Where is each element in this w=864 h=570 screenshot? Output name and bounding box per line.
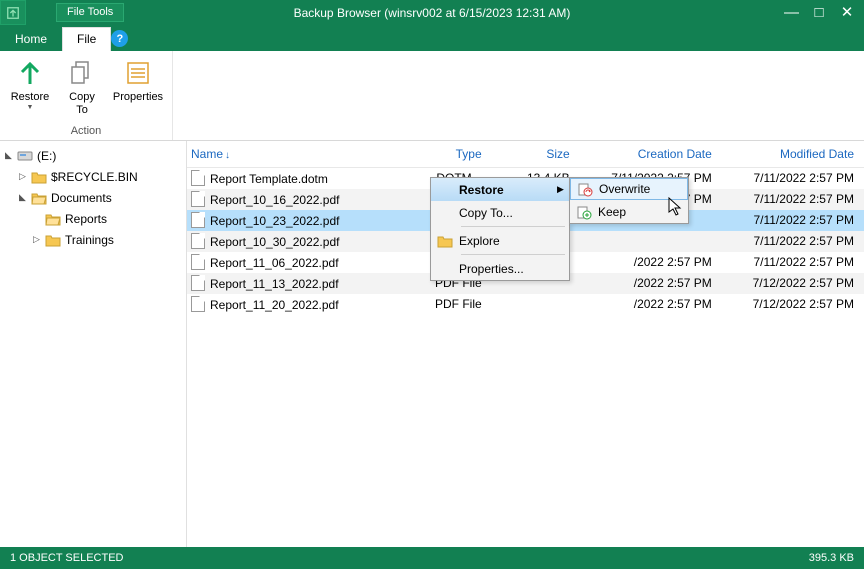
tree-node-recycle[interactable]: ▷ $RECYCLE.BIN [0,166,186,187]
collapse-icon[interactable]: ◣ [18,192,27,203]
status-bar: 1 OBJECT SELECTED 395.3 KB [0,547,864,569]
menu-keep[interactable]: Keep [570,200,688,223]
column-size[interactable]: Size [492,141,580,168]
tab-file[interactable]: File [62,27,111,51]
column-modified-date[interactable]: Modified Date [722,141,864,168]
properties-icon [122,57,154,89]
menu-separator [461,226,565,227]
submenu-arrow-icon: ▶ [557,184,569,195]
minimize-button[interactable]: — [784,5,798,20]
restore-icon [14,57,46,89]
file-tools-contextual-tab[interactable]: File Tools [56,3,124,22]
window-title: Backup Browser (winsrv002 at 6/15/2023 1… [0,6,864,20]
ribbon: Restore ▼ CopyTo Properties Action [0,51,864,141]
disk-icon [17,149,33,163]
overwrite-icon [571,181,599,197]
ribbon-group-label: Action [6,123,166,140]
status-selection: 1 OBJECT SELECTED [10,552,124,564]
file-icon [191,191,205,207]
tab-home[interactable]: Home [0,27,62,51]
menu-copy-to[interactable]: Copy To... [431,201,569,224]
tab-strip: Home File ? [0,25,864,51]
column-type[interactable]: Type [417,141,491,168]
menu-restore[interactable]: Restore ▶ [431,178,569,201]
properties-button[interactable]: Properties [110,55,166,123]
column-creation-date[interactable]: Creation Date [580,141,722,168]
close-button[interactable]: ✕ [840,5,854,20]
menu-properties[interactable]: Properties... [431,257,569,280]
titlebar: File Tools Backup Browser (winsrv002 at … [0,0,864,25]
folder-icon [45,233,61,247]
app-icon[interactable] [0,0,26,25]
keep-icon [570,204,598,220]
context-menu: Restore ▶ Copy To... Explore Properties.… [430,177,570,281]
file-icon [191,170,205,186]
menu-overwrite[interactable]: Overwrite [570,178,688,200]
folder-open-icon [31,191,47,205]
context-submenu: Overwrite Keep [569,177,689,224]
menu-separator [461,254,565,255]
file-list: Name↓ Type Size Creation Date Modified D… [187,141,864,547]
menu-explore[interactable]: Explore [431,229,569,252]
explore-icon [431,234,459,248]
expand-icon[interactable]: ▷ [18,171,27,182]
file-icon [191,212,205,228]
tree-node-documents[interactable]: ◣ Documents [0,187,186,208]
tree-node-root[interactable]: ◣ (E:) [0,145,186,166]
sort-asc-icon: ↓ [225,150,230,161]
file-icon [191,254,205,270]
folder-icon [31,170,47,184]
folder-open-icon [45,212,61,226]
tree-node-trainings[interactable]: ▷ Trainings [0,229,186,250]
tree-node-reports[interactable]: Reports [0,208,186,229]
restore-button[interactable]: Restore ▼ [6,55,54,123]
file-icon [191,296,205,312]
status-size: 395.3 KB [809,552,854,564]
copy-to-button[interactable]: CopyTo [58,55,106,123]
table-row[interactable]: Report_11_20_2022.pdfPDF File/2022 2:57 … [187,294,864,315]
column-name[interactable]: Name↓ [187,141,417,168]
help-button[interactable]: ? [111,30,128,47]
dropdown-icon: ▼ [27,104,34,111]
tree-panel: ◣ (E:) ▷ $RECYCLE.BIN ◣ Documents Report… [0,141,187,547]
maximize-button[interactable]: □ [812,5,826,20]
file-icon [191,275,205,291]
copy-icon [66,57,98,89]
collapse-icon[interactable]: ◣ [4,150,13,161]
file-icon [191,233,205,249]
expand-icon[interactable]: ▷ [32,234,41,245]
